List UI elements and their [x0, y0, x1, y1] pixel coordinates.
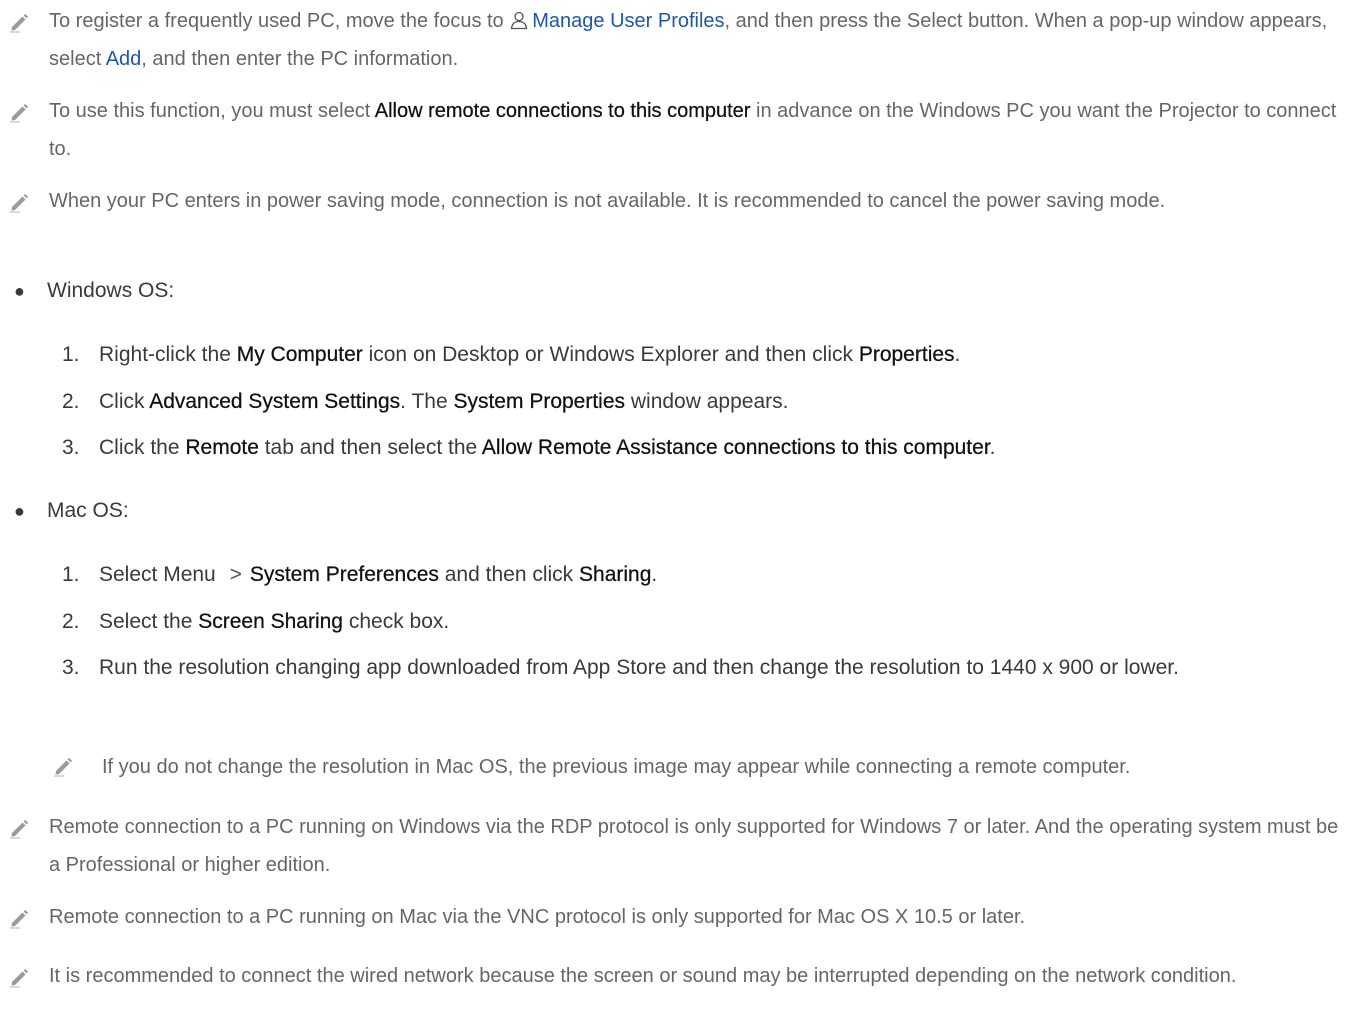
mac-step-3: 3. Run the resolution changing app downl… [0, 649, 1346, 687]
mac-os-bullet: ● Mac OS: [0, 492, 1344, 530]
pencil-icon [8, 817, 30, 839]
step-text: Select the Screen Sharing check box. [99, 610, 450, 633]
step-number: 3. [62, 656, 80, 679]
note-text: To register a frequently used PC, move t… [49, 10, 1328, 70]
emphasis-text: Allow remote connections to this compute… [374, 100, 751, 122]
step-number: 1. [62, 563, 80, 586]
mac-os-label: Mac OS: [47, 499, 129, 522]
step-text: Click the Remote tab and then select the… [99, 436, 996, 459]
windows-os-bullet: ● Windows OS: [0, 272, 1344, 310]
step-number: 2. [62, 390, 80, 413]
step-text: Run the resolution changing app download… [99, 656, 1179, 679]
note-rdp-protocol: Remote connection to a PC running on Win… [0, 808, 1344, 884]
note-text: When your PC enters in power saving mode… [49, 190, 1166, 212]
windows-os-label: Windows OS: [47, 279, 175, 302]
note-wired-network: It is recommended to connect the wired n… [0, 957, 1344, 995]
pencil-icon [8, 101, 30, 123]
step-number: 3. [62, 436, 80, 459]
mac-step-1: 1. Select Menu > System Preferences and t… [0, 556, 1346, 594]
pencil-icon [8, 191, 30, 213]
note-text: Remote connection to a PC running on Win… [49, 816, 1339, 876]
pencil-icon [8, 966, 30, 988]
add-link[interactable]: Add [106, 48, 142, 70]
note-text: It is recommended to connect the wired n… [49, 965, 1237, 987]
step-number: 1. [62, 343, 80, 366]
note-vnc-protocol: Remote connection to a PC running on Mac… [0, 898, 1344, 936]
step-text: Click Advanced System Settings. The Syst… [99, 390, 789, 413]
note-text: Remote connection to a PC running on Mac… [49, 906, 1026, 928]
step-number: 2. [62, 610, 80, 633]
pencil-icon [8, 11, 30, 33]
note-text: If you do not change the resolution in M… [102, 756, 1131, 778]
pencil-icon [8, 907, 30, 929]
mac-step-2: 2. Select the Screen Sharing check box. [0, 603, 1346, 641]
windows-step-1: 1. Right-click the My Computer icon on D… [0, 336, 1346, 374]
bullet-dot: ● [14, 281, 25, 301]
pencil-icon [52, 755, 74, 777]
bullet-dot: ● [14, 501, 25, 521]
chevron-right-icon: > [229, 563, 242, 586]
manage-user-profiles-link[interactable]: Manage User Profiles [532, 10, 724, 32]
windows-step-2: 2. Click Advanced System Settings. The S… [0, 383, 1346, 421]
note-text: To use this function, you must select Al… [49, 100, 1337, 160]
step-text: Select Menu > System Preferences and then… [0, 556, 1346, 594]
windows-step-3: 3. Click the Remote tab and then select … [0, 429, 1346, 467]
mac-subnote: If you do not change the resolution in M… [52, 748, 1344, 786]
note-power-saving: When your PC enters in power saving mode… [0, 182, 1344, 220]
note-allow-remote: To use this function, you must select Al… [0, 92, 1344, 168]
user-icon [511, 11, 528, 30]
note-register-pc: To register a frequently used PC, move t… [0, 2, 1344, 78]
step-text: Right-click the My Computer icon on Desk… [99, 343, 961, 366]
manual-page: To register a frequently used PC, move t… [0, 0, 1362, 1026]
